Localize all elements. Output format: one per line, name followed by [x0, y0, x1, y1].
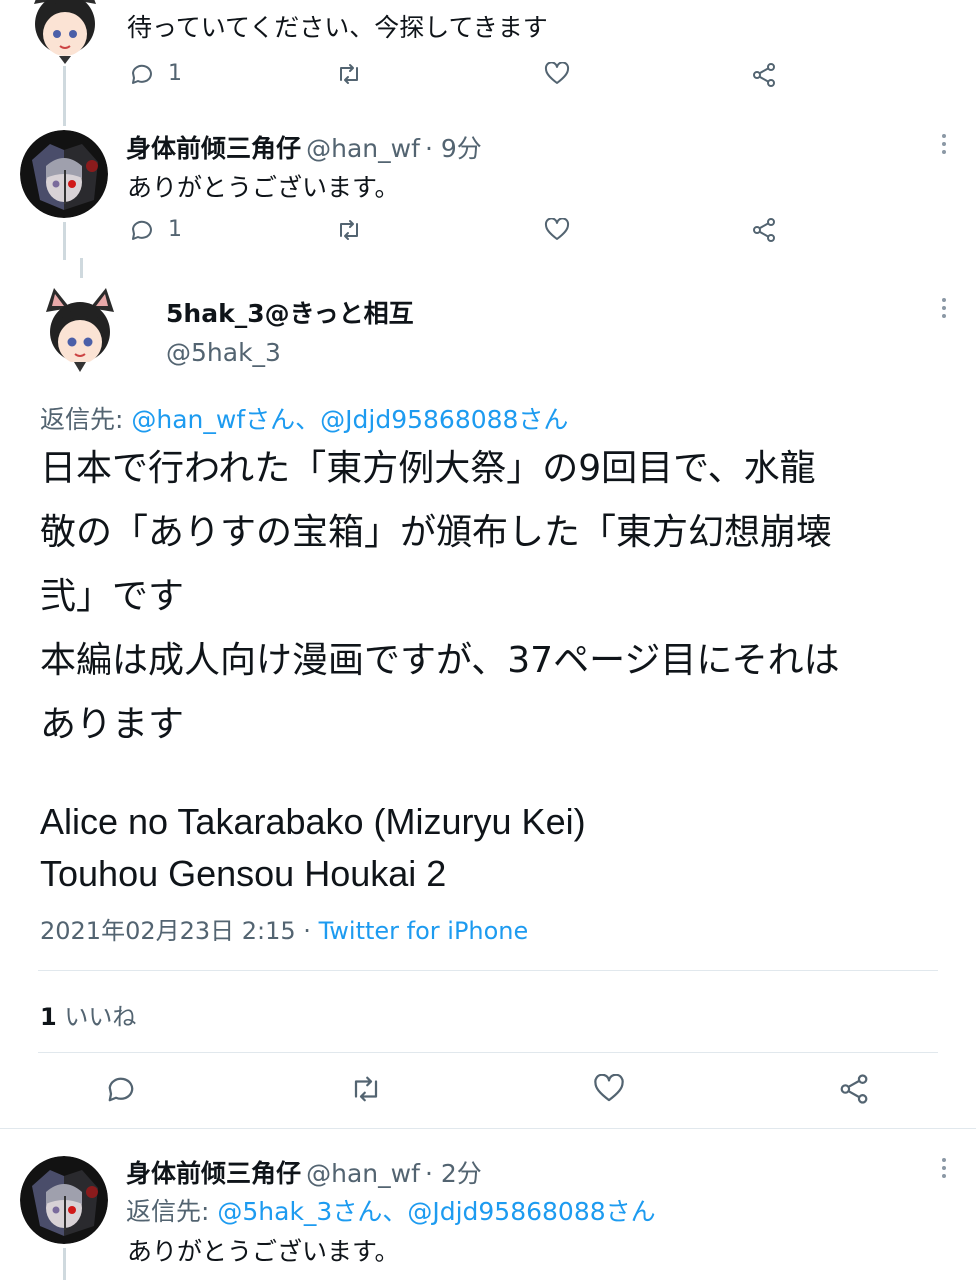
avatar[interactable] [20, 1156, 108, 1244]
tweet-text: ありがとうございます。 [127, 1237, 400, 1266]
reply-prefix: 返信先: [40, 405, 132, 434]
avatar[interactable] [26, 0, 104, 66]
thread-line [63, 66, 66, 126]
author-handle[interactable]: @han_wf [306, 134, 420, 163]
share-button[interactable] [751, 62, 777, 88]
tweet-line: 弐」です [40, 576, 185, 617]
tweet-line: Alice no Takarabako (Mizuryu Kei) [40, 801, 586, 842]
author-name[interactable]: 身体前倾三角仔 [126, 134, 301, 163]
tweet-text: ありがとうございます。 [127, 173, 400, 202]
more-options-icon[interactable] [941, 134, 947, 154]
reply-button[interactable]: 1 [130, 217, 182, 242]
avatar[interactable] [40, 288, 120, 374]
more-options-icon[interactable] [941, 298, 947, 318]
heart-icon [544, 218, 570, 240]
like-button[interactable] [593, 1074, 625, 1104]
heart-icon [544, 62, 570, 84]
reply-button[interactable] [106, 1074, 136, 1104]
reply-icon [132, 220, 152, 240]
author-handle[interactable]: @5hak_3 [166, 338, 281, 367]
tweet-line: Touhou Gensou Houkai 2 [40, 853, 447, 894]
tweet-source[interactable]: Twitter for iPhone [319, 917, 529, 945]
thread-line [63, 222, 66, 260]
retweet-icon [354, 1076, 378, 1102]
divider [38, 970, 938, 971]
tweet-line: あります [40, 704, 185, 745]
likes-count: 1 [40, 1003, 57, 1031]
reply-button[interactable]: 1 [130, 61, 182, 86]
tweet-timestamp[interactable]: 2021年02月23日 2:15 · [40, 917, 319, 945]
tweet-time: · 2分 [424, 1159, 482, 1188]
divider [38, 1052, 938, 1053]
author-name[interactable]: 身体前倾三角仔 [126, 1159, 301, 1188]
likes-label: いいね [64, 1003, 137, 1031]
share-icon [753, 63, 775, 87]
retweet-icon [340, 64, 358, 84]
reply-prefix: 返信先: [126, 1197, 218, 1226]
like-button[interactable] [544, 62, 570, 86]
share-button[interactable] [751, 217, 777, 243]
thread-line [80, 258, 83, 278]
tweet-line: 日本で行われた「東方例大祭」の9回目で、水龍 [40, 448, 816, 489]
share-button[interactable] [838, 1073, 870, 1105]
tweet-time: · 9分 [424, 134, 482, 163]
retweet-button[interactable] [349, 1074, 383, 1104]
reply-targets[interactable]: @5hak_3さん、@Jdjd95868088さん [217, 1197, 655, 1226]
tweet-line: 本編は成人向け漫画ですが、37ページ目にそれは [40, 640, 840, 681]
author-handle[interactable]: @han_wf [306, 1159, 420, 1188]
retweet-button[interactable] [336, 62, 362, 86]
section-divider [0, 1128, 976, 1129]
share-icon [840, 1074, 868, 1104]
reply-count: 1 [168, 61, 182, 86]
reply-icon [108, 1077, 134, 1102]
author-name[interactable]: 5hak_3@きっと相互 [166, 294, 414, 330]
avatar[interactable] [20, 130, 108, 218]
likes-stat[interactable]: 1 いいね [40, 997, 136, 1032]
tweet-body: 日本で行われた「東方例大祭」の9回目で、水龍 敬の「ありすの宝箱」が頒布した「東… [40, 437, 840, 757]
reply-count: 1 [168, 217, 182, 242]
reply-icon [132, 64, 152, 84]
more-options-icon[interactable] [941, 1158, 947, 1178]
share-icon [753, 218, 775, 242]
like-button[interactable] [544, 218, 570, 242]
heart-icon [594, 1074, 624, 1102]
retweet-button[interactable] [336, 218, 362, 242]
thread-line [63, 1248, 66, 1280]
tweet-line: 敬の「ありすの宝箱」が頒布した「東方幻想崩壊 [40, 512, 833, 553]
tweet-text: 待っていてください、今探してきます [127, 13, 548, 42]
retweet-icon [340, 220, 358, 240]
reply-targets[interactable]: @han_wfさん、@Jdjd95868088さん [131, 405, 568, 434]
